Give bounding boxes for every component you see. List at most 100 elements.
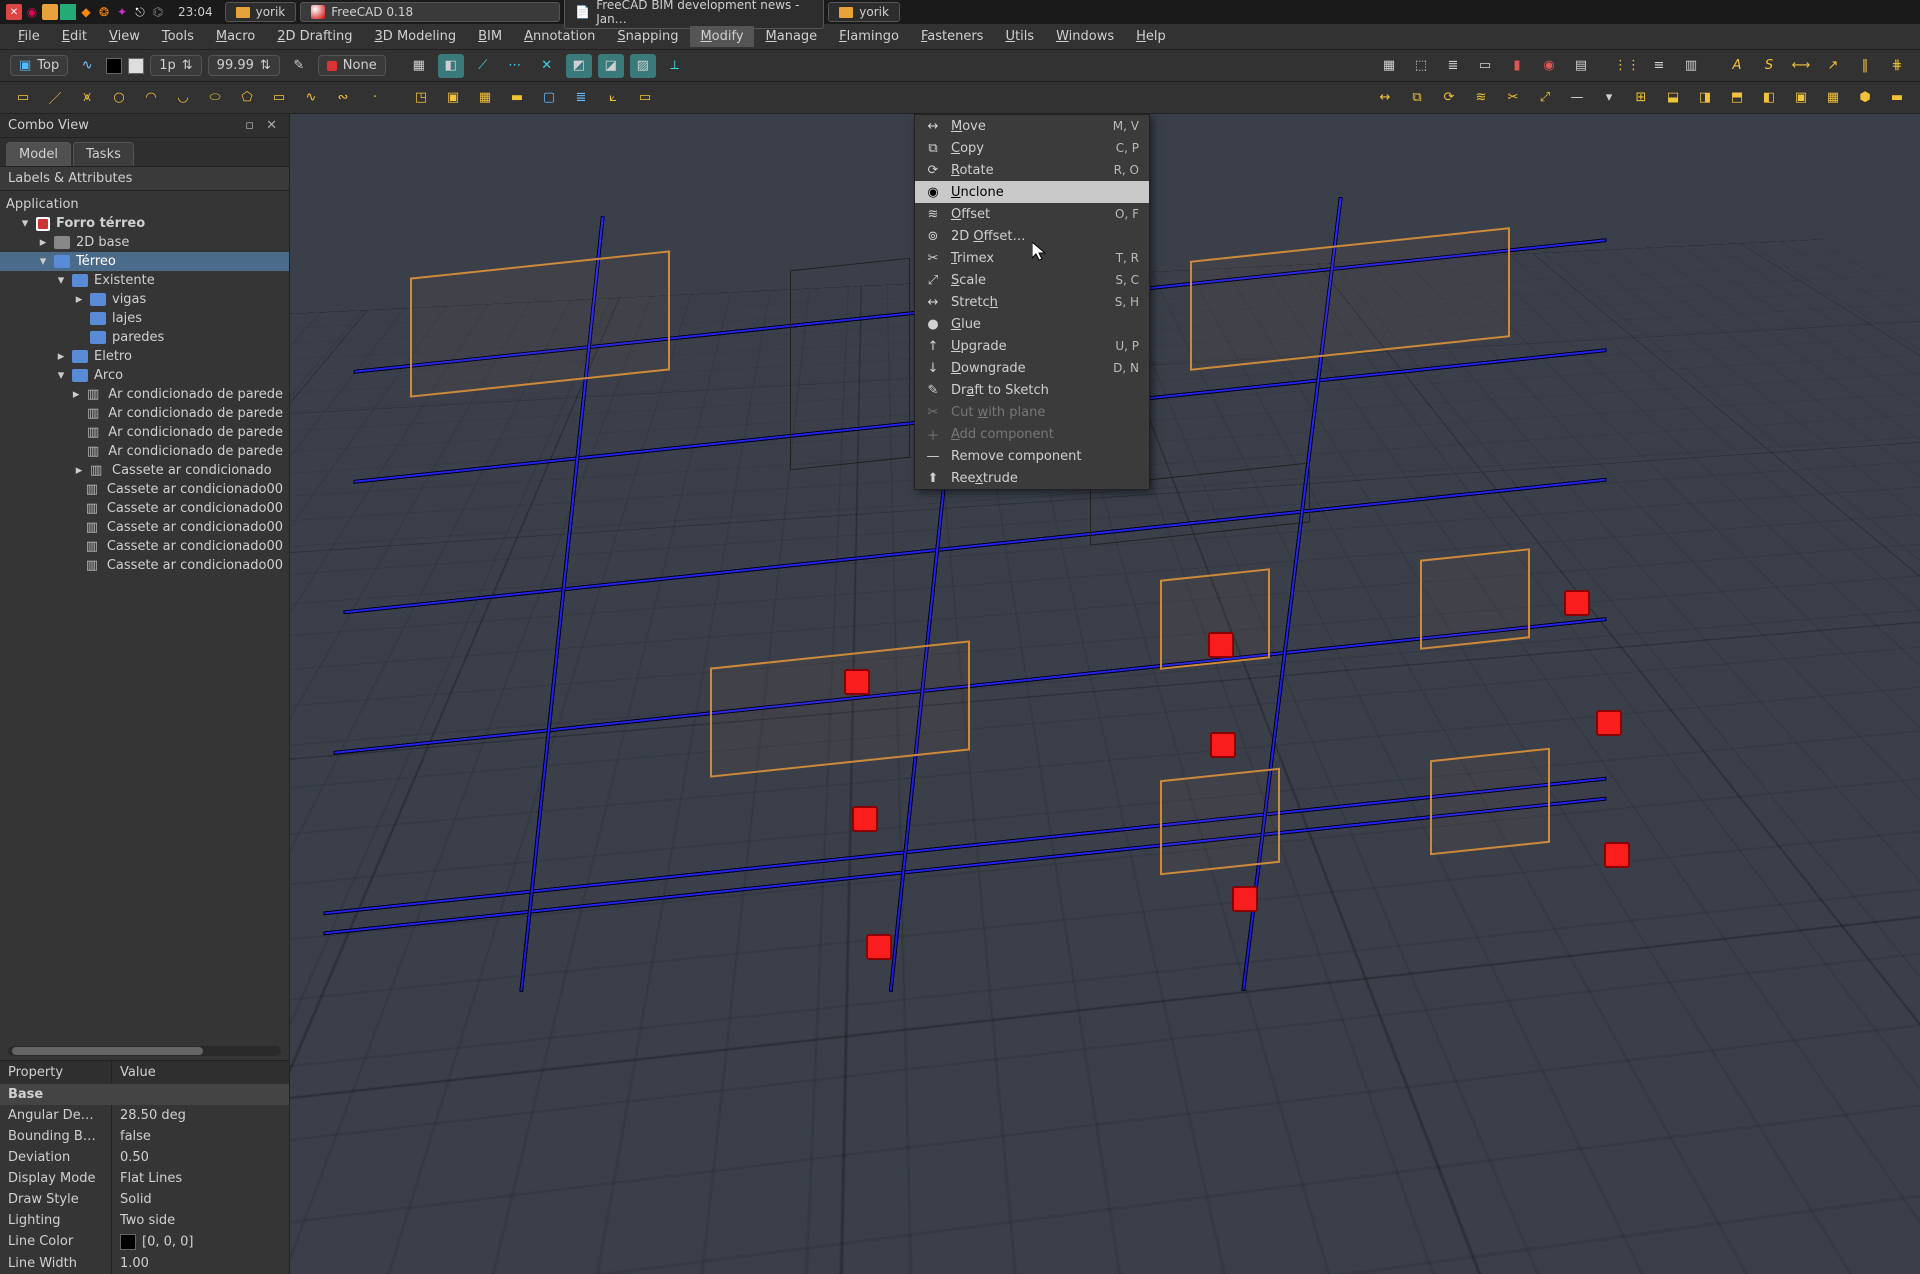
property-row[interactable]: Angular De…28.50 deg xyxy=(0,1105,289,1126)
tree-item[interactable]: ▥Cassete ar condicionado00 xyxy=(0,556,289,575)
selection-node[interactable] xyxy=(866,934,892,960)
menu-file[interactable]: File xyxy=(8,26,50,47)
menu-utils[interactable]: Utils xyxy=(995,26,1044,47)
selection-node[interactable] xyxy=(1604,842,1630,868)
tool-chart-icon[interactable]: ▮ xyxy=(1504,54,1530,78)
snap-par-icon[interactable]: ⟂ xyxy=(662,54,688,78)
mod-comp-icon[interactable]: ▣ xyxy=(1788,86,1814,110)
mod-diff-icon[interactable]: ◧ xyxy=(1756,86,1782,110)
tree-item[interactable]: ▥Cassete ar condicionado00 xyxy=(0,480,289,499)
selection-node[interactable] xyxy=(1232,886,1258,912)
tool-layers-icon[interactable]: ≣ xyxy=(1440,54,1466,78)
property-row[interactable]: Display ModeFlat Lines xyxy=(0,1168,289,1189)
tree-item[interactable]: ▥Ar condicionado de parede xyxy=(0,404,289,423)
tree-item[interactable]: ▾Existente xyxy=(0,271,289,290)
mod-shape-icon[interactable]: ▬ xyxy=(1884,86,1910,110)
expand-toggle-icon[interactable]: ▸ xyxy=(38,235,48,250)
menu-macro[interactable]: Macro xyxy=(206,26,265,47)
picker-icon[interactable]: ✎ xyxy=(286,54,312,78)
tool-sheet-icon[interactable]: ▭ xyxy=(1472,54,1498,78)
grid-axis-icon[interactable]: ⋕ xyxy=(1884,54,1910,78)
tree-item[interactable]: ▾Forro térreo xyxy=(0,214,289,233)
menu-item-reextrude[interactable]: ⬆Reextrude xyxy=(915,467,1149,489)
expand-toggle-icon[interactable]: ▾ xyxy=(56,368,66,383)
mod-minus-icon[interactable]: — xyxy=(1564,86,1590,110)
tool-report-icon[interactable]: ▤ xyxy=(1568,54,1594,78)
expand-toggle-icon[interactable]: ▸ xyxy=(74,463,84,478)
tree-root[interactable]: Application xyxy=(0,195,289,214)
horizontal-scrollbar[interactable] xyxy=(8,1046,281,1056)
app-icon-3[interactable]: ◆ xyxy=(78,4,94,20)
expand-toggle-icon[interactable]: ▾ xyxy=(56,273,66,288)
model-tree[interactable]: Application ▾Forro térreo▸2D base▾Térreo… xyxy=(0,191,289,1042)
snap-center-icon[interactable]: ⋯ xyxy=(502,54,528,78)
menu-manage[interactable]: Manage xyxy=(756,26,828,47)
arch-wall-icon[interactable]: ◳ xyxy=(408,86,434,110)
mod-extrude-icon[interactable]: ⬓ xyxy=(1660,86,1686,110)
blender-icon[interactable]: ❂ xyxy=(96,4,112,20)
taskbar-item-3[interactable]: yorik xyxy=(828,2,900,22)
draw-sketch-icon[interactable]: ▭ xyxy=(10,86,36,110)
mod-rotate-icon[interactable]: ⟳ xyxy=(1436,86,1462,110)
selection-node[interactable] xyxy=(1564,590,1590,616)
property-row[interactable]: Draw StyleSolid xyxy=(0,1189,289,1210)
mod-array-icon[interactable]: ⊞ xyxy=(1628,86,1654,110)
app-icon-5[interactable]: ⎋ xyxy=(132,4,148,20)
draw-rect-icon[interactable]: ▭ xyxy=(266,86,292,110)
app-icon-2[interactable] xyxy=(60,4,76,20)
expand-toggle-icon[interactable]: ▾ xyxy=(20,216,30,231)
property-value[interactable]: Solid xyxy=(112,1189,160,1210)
taskbar-item-2[interactable]: 📄FreeCAD BIM development news - Jan… xyxy=(564,0,824,29)
property-value[interactable]: Two side xyxy=(112,1210,183,1231)
annot-s-icon[interactable]: S xyxy=(1756,54,1782,78)
tree-item[interactable]: paredes xyxy=(0,328,289,347)
color-swatch-black[interactable] xyxy=(106,58,122,74)
expand-toggle-icon[interactable]: ▾ xyxy=(38,254,48,269)
arch-roof-icon[interactable]: ⟀ xyxy=(600,86,626,110)
draw-bspline-icon[interactable]: ∿ xyxy=(298,86,324,110)
panel-undock-icon[interactable]: ▫ xyxy=(241,118,258,133)
menu-item-rotate[interactable]: ⟳RotateR, O xyxy=(915,159,1149,181)
property-value[interactable]: 0.50 xyxy=(112,1147,157,1168)
axis-icon[interactable]: ‖ xyxy=(1852,54,1878,78)
menu-item-upgrade[interactable]: ↑UpgradeU, P xyxy=(915,335,1149,357)
tree-item[interactable]: ▸vigas xyxy=(0,290,289,309)
expand-toggle-icon[interactable]: ▸ xyxy=(71,387,81,402)
leader-icon[interactable]: ↗ xyxy=(1820,54,1846,78)
menu-item-stretch[interactable]: ↔StretchS, H xyxy=(915,291,1149,313)
arch-rebar-icon[interactable]: ▦ xyxy=(472,86,498,110)
menu-item-move[interactable]: ↔MoveM, V xyxy=(915,115,1149,137)
tree-item[interactable]: ▥Cassete ar condicionado00 xyxy=(0,518,289,537)
menu-snapping[interactable]: Snapping xyxy=(607,26,688,47)
menu-item-draft-to-sketch[interactable]: ✎Draft to Sketch xyxy=(915,379,1149,401)
draw-line-icon[interactable]: ／ xyxy=(42,86,68,110)
snap-ext-icon[interactable]: ▨ xyxy=(630,54,656,78)
tool-box-icon[interactable]: ▦ xyxy=(1376,54,1402,78)
property-value[interactable]: 28.50 deg xyxy=(112,1105,194,1126)
menu-item-remove-component[interactable]: —Remove component xyxy=(915,445,1149,467)
menu-item-unclone[interactable]: ◉Unclone xyxy=(915,181,1149,203)
mod-compound-icon[interactable]: ⬢ xyxy=(1852,86,1878,110)
mod-scale-icon[interactable]: ⤢ xyxy=(1532,86,1558,110)
selection-node[interactable] xyxy=(1210,732,1236,758)
tab-tasks[interactable]: Tasks xyxy=(73,142,134,166)
dim-icon[interactable]: ⟷ xyxy=(1788,54,1814,78)
scale-spinner[interactable]: 99.99⇅ xyxy=(208,55,280,76)
property-row[interactable]: LightingTwo side xyxy=(0,1210,289,1231)
selection-node[interactable] xyxy=(1596,710,1622,736)
property-row[interactable]: Line Color[0, 0, 0] xyxy=(0,1231,289,1253)
tree-item[interactable]: lajes xyxy=(0,309,289,328)
app-icon-1[interactable] xyxy=(42,4,58,20)
selection-node[interactable] xyxy=(852,806,878,832)
mod-fuse-icon[interactable]: ⬒ xyxy=(1724,86,1750,110)
tree-item[interactable]: ▸2D base xyxy=(0,233,289,252)
selection-node[interactable] xyxy=(1208,632,1234,658)
snap-perp-icon[interactable]: ◪ xyxy=(598,54,624,78)
menu-help[interactable]: Help xyxy=(1126,26,1176,47)
snap-mid-icon[interactable]: ⟋ xyxy=(470,54,496,78)
property-row[interactable]: Line Width1.00 xyxy=(0,1253,289,1274)
tool-mesh-icon[interactable]: ⋮⋮ xyxy=(1614,54,1640,78)
scrollbar-thumb[interactable] xyxy=(12,1047,203,1055)
property-row[interactable]: Deviation0.50 xyxy=(0,1147,289,1168)
expand-toggle-icon[interactable]: ▸ xyxy=(56,349,66,364)
